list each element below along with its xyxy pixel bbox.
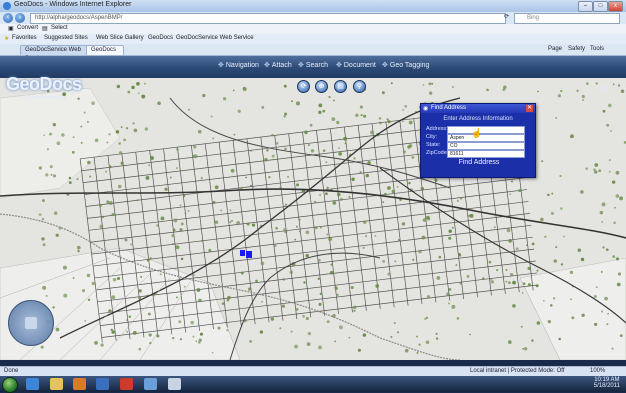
nav-label: Geo Tagging <box>389 62 430 69</box>
app-header: ✥ Navigation ✥ Attach ✥ Search ✥ Document ✥ G… <box>0 56 626 78</box>
tab-geodocs[interactable]: GeoDocs <box>86 45 124 55</box>
find-address-button[interactable]: Find Address <box>455 159 503 167</box>
address-field[interactable] <box>447 126 525 134</box>
search-tool-button[interactable]: ⚲ <box>353 80 366 93</box>
nav-geo-tagging[interactable]: ✥ Geo Tagging <box>382 61 429 69</box>
suggested-sites-link[interactable]: Suggested Sites <box>44 35 88 41</box>
acrobat-taskbar-icon[interactable] <box>120 378 133 390</box>
pan-icon[interactable] <box>25 317 37 329</box>
state-label: State: <box>426 142 441 148</box>
security-zone: Local intranet | Protected Mode: Off <box>470 368 565 374</box>
convert-icon[interactable]: ▣ <box>8 25 14 32</box>
explorer-taskbar-icon[interactable] <box>50 378 63 390</box>
close-window-button[interactable]: x <box>608 1 623 12</box>
cursor-hand-icon: ☝ <box>471 128 483 138</box>
dialog-header: ◉ Find Address ✕ <box>421 104 535 113</box>
geodocs-fav-link[interactable]: GeoDocs <box>148 35 173 41</box>
maximize-button[interactable]: □ <box>593 1 608 12</box>
status-text: Done <box>4 368 19 374</box>
geodocs-logo: GeoDocs a Geocortex Product <box>6 74 86 104</box>
convert-button[interactable]: Convert <box>17 25 38 31</box>
select-icon[interactable]: ▤ <box>42 25 48 32</box>
select-button[interactable]: Select <box>51 25 68 31</box>
attach-icon: ✥ <box>264 62 270 69</box>
zipcode-field[interactable]: 81611 <box>447 150 525 158</box>
refresh-icon[interactable]: ⟳ <box>504 13 509 20</box>
ie-taskbar-icon[interactable] <box>26 378 39 390</box>
nav-label: Search <box>305 62 329 69</box>
ie-icon <box>3 2 11 10</box>
refresh-map-button[interactable]: ⟳ <box>297 80 310 93</box>
search-icon: ✥ <box>298 62 304 69</box>
clock-date: 5/18/2011 <box>593 383 620 389</box>
media-taskbar-icon[interactable] <box>73 378 86 390</box>
nav-navigation[interactable]: ✥ Navigation <box>218 61 259 69</box>
url-field[interactable]: http://alpha/geodocs/AspenBMP/ <box>30 13 506 24</box>
document-icon: ✥ <box>336 62 342 69</box>
window-title: GeoDocs - Windows Internet Explorer <box>14 1 132 8</box>
nav-label: Document <box>343 62 376 69</box>
logo-subtitle: a Geocortex Product <box>20 95 66 101</box>
tools-menu[interactable]: Tools <box>590 46 604 52</box>
dialog-title: Find Address <box>431 105 467 111</box>
globe-button[interactable]: ⊕ <box>315 80 328 93</box>
find-address-dialog: ◉ Find Address ✕ Enter Address Informati… <box>420 103 536 178</box>
web-slice-link[interactable]: Web Slice Gallery <box>96 35 144 41</box>
favorites-button[interactable]: Favorites <box>12 35 37 41</box>
address-label: Address: <box>426 126 448 132</box>
dialog-close-button[interactable]: ✕ <box>526 105 533 112</box>
minimize-button[interactable]: – <box>578 1 593 12</box>
state-field[interactable]: CO <box>447 142 525 150</box>
nav-document[interactable]: ✥ Document <box>336 61 376 69</box>
logo-text: GeoDocs <box>6 74 82 94</box>
start-button[interactable] <box>2 377 18 393</box>
address-bar: ‹ › http://alpha/geodocs/AspenBMP/ ⟳ Bin… <box>0 12 626 24</box>
nav-search[interactable]: ✥ Search <box>298 61 328 69</box>
page-menu[interactable]: Page <box>548 46 562 52</box>
app-taskbar-icon[interactable] <box>144 378 157 390</box>
nav-label: Attach <box>271 62 292 69</box>
navigation-icon: ✥ <box>218 62 224 69</box>
zoom-level[interactable]: 100% <box>590 368 605 374</box>
forward-button[interactable]: › <box>15 13 25 23</box>
zoom-control[interactable] <box>8 300 54 346</box>
vs-taskbar-icon[interactable] <box>96 378 109 390</box>
geotag-icon: ✥ <box>382 62 388 69</box>
nav-label: Navigation <box>225 62 259 69</box>
windows-taskbar: 10:19 AM 5/18/2011 <box>0 376 626 393</box>
zipcode-label: ZipCode: <box>426 150 449 156</box>
search-input[interactable]: Bing <box>514 13 620 24</box>
dialog-icon: ◉ <box>423 106 429 112</box>
settings-icon[interactable]: ⚙ <box>600 84 608 95</box>
nav-attach[interactable]: ✥ Attach <box>264 61 292 69</box>
safety-menu[interactable]: Safety <box>568 46 585 52</box>
tab-bar: GeoDocService Web Service GeoDocs Page S… <box>0 44 626 62</box>
window-taskbar-icon[interactable] <box>168 378 181 390</box>
command-bar: ▣ Convert ▤ Select <box>0 24 626 34</box>
back-button[interactable]: ‹ <box>3 13 13 23</box>
city-field[interactable]: Aspen <box>447 134 525 142</box>
clock[interactable]: 10:19 AM 5/18/2011 <box>594 377 620 389</box>
document-button[interactable]: ▤ <box>334 80 347 93</box>
service-fav-link[interactable]: GeoDocService Web Service <box>176 35 254 41</box>
city-label: City: <box>426 134 437 140</box>
favorites-star-icon[interactable]: ★ <box>4 35 9 42</box>
dialog-section-title: Enter Address Information <box>443 116 513 122</box>
tab-service[interactable]: GeoDocService Web Service <box>20 45 88 62</box>
